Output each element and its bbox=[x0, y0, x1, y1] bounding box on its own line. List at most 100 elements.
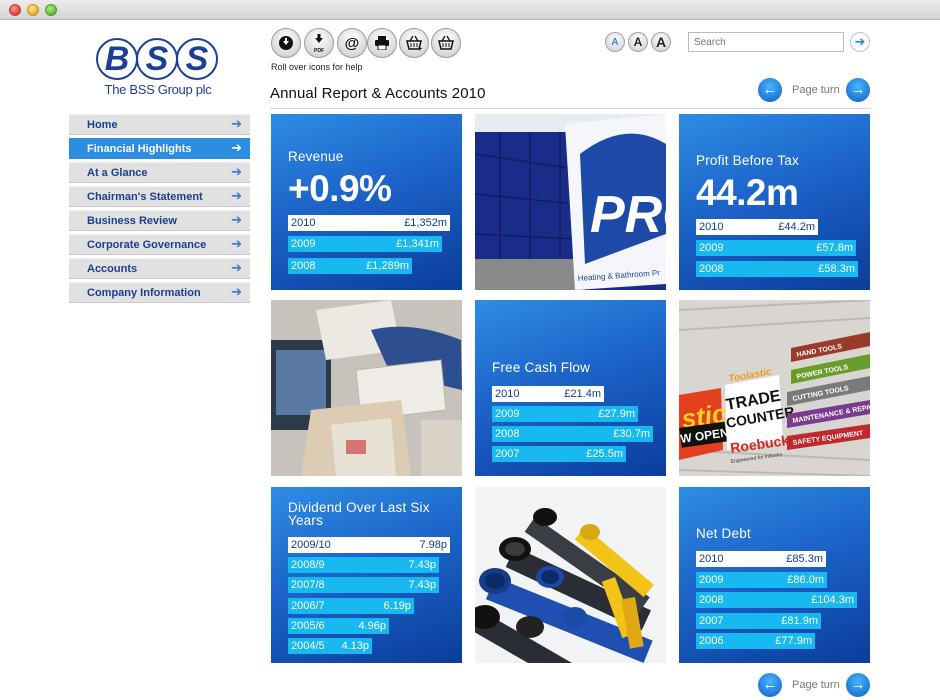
search-go-button[interactable]: ➜ bbox=[850, 32, 870, 52]
bar-value: £104.3m bbox=[811, 594, 854, 606]
cashflow-bar: 2010 £21.4m bbox=[492, 386, 604, 402]
footer-page-turn-prev-button[interactable]: ← bbox=[758, 673, 782, 697]
sidebar-item-financial-highlights[interactable]: Financial Highlights ➔ bbox=[69, 138, 250, 159]
cashflow-bar: 2008 £30.7m bbox=[492, 426, 653, 442]
sidebar-item-label: Business Review bbox=[87, 215, 177, 227]
bar-year: 2008 bbox=[495, 428, 520, 440]
logo-letters: B S S bbox=[96, 38, 218, 80]
net-debt-tile: Net Debt 2010 £85.3m 2009 £86.0m 2008 £104.… bbox=[679, 487, 870, 663]
font-size-medium-button[interactable]: A bbox=[628, 32, 648, 52]
bar-year: 2004/5 bbox=[291, 640, 325, 652]
font-size-small-button[interactable]: A bbox=[605, 32, 625, 52]
minimize-window-button[interactable] bbox=[27, 4, 39, 16]
bar-value: £1,289m bbox=[366, 260, 409, 272]
sidebar-item-at-a-glance[interactable]: At a Glance ➔ bbox=[69, 162, 250, 183]
profit-title: Profit Before Tax bbox=[696, 153, 799, 168]
net-debt-bar: 2007 £81.9m bbox=[696, 613, 821, 629]
sidebar-item-label: Corporate Governance bbox=[87, 239, 207, 251]
sidebar-item-chairmans-statement[interactable]: Chairman's Statement ➔ bbox=[69, 186, 250, 207]
arrow-right-icon: ➔ bbox=[231, 212, 242, 227]
sidebar-item-business-review[interactable]: Business Review ➔ bbox=[69, 210, 250, 231]
bar-year: 2007/8 bbox=[291, 579, 325, 591]
bar-value: £81.9m bbox=[781, 615, 818, 627]
sidebar-item-home[interactable]: Home ➔ bbox=[69, 114, 250, 135]
net-debt-bar: 2008 £104.3m bbox=[696, 592, 857, 608]
bar-value: 4.13p bbox=[341, 640, 369, 652]
sidebar-item-corporate-governance[interactable]: Corporate Governance ➔ bbox=[69, 234, 250, 255]
bar-year: 2006 bbox=[699, 635, 724, 647]
revenue-headline: +0.9% bbox=[288, 168, 392, 209]
pdf-icon[interactable]: PDF bbox=[304, 28, 334, 58]
dividend-bar: 2004/5 4.13p bbox=[288, 638, 372, 654]
sidebar-item-label: Chairman's Statement bbox=[87, 191, 203, 203]
bar-value: £58.3m bbox=[818, 263, 855, 275]
sidebar-item-company-information[interactable]: Company Information ➔ bbox=[69, 282, 250, 303]
email-glyph: @ bbox=[344, 34, 360, 52]
arrow-right-icon: ➔ bbox=[231, 236, 242, 251]
print-icon[interactable] bbox=[367, 28, 397, 58]
bar-value: £1,341m bbox=[396, 238, 439, 250]
arrow-right-icon: ➔ bbox=[231, 188, 242, 203]
header-divider bbox=[270, 108, 871, 109]
bss-logo[interactable]: B S S The BSS Group plc bbox=[96, 38, 218, 98]
bar-year: 2010 bbox=[495, 388, 520, 400]
add-to-basket-icon[interactable]: + bbox=[399, 28, 429, 58]
bar-value: £25.5m bbox=[586, 448, 623, 460]
sidebar-item-label: At a Glance bbox=[87, 167, 148, 179]
arrow-right-icon: ➔ bbox=[231, 140, 242, 155]
bar-year: 2009 bbox=[291, 238, 316, 250]
dividend-tile: Dividend Over Last Six Years 2009/10 7.98… bbox=[271, 487, 462, 663]
basket-icon[interactable] bbox=[431, 28, 461, 58]
bar-value: £30.7m bbox=[613, 428, 650, 440]
net-debt-title: Net Debt bbox=[696, 526, 751, 541]
bar-value: 7.43p bbox=[408, 579, 436, 591]
dividend-bar: 2009/10 7.98p bbox=[288, 537, 450, 553]
bar-value: 7.43p bbox=[408, 559, 436, 571]
logo-letter: S bbox=[136, 38, 178, 80]
net-debt-bar: 2006 £77.9m bbox=[696, 633, 815, 649]
revenue-bar: 2009 £1,341m bbox=[288, 236, 442, 252]
bar-value: 6.19p bbox=[383, 600, 411, 612]
bar-value: £86.0m bbox=[787, 574, 824, 586]
sidebar-item-accounts[interactable]: Accounts ➔ bbox=[69, 258, 250, 279]
bar-value: £85.3m bbox=[786, 553, 823, 565]
revenue-tile: Revenue +0.9% 2010 £1,352m 2009 £1,341m 20… bbox=[271, 114, 462, 290]
footer-page-turn-next-button[interactable]: → bbox=[846, 673, 870, 697]
bar-year: 2008/9 bbox=[291, 559, 325, 571]
dividend-bar: 2005/6 4.96p bbox=[288, 618, 389, 634]
bar-value: £1,352m bbox=[404, 217, 447, 229]
bar-value: £57.8m bbox=[816, 242, 853, 254]
search-input[interactable] bbox=[688, 32, 844, 52]
cashflow-bar: 2009 £27.9m bbox=[492, 406, 638, 422]
profit-bar: 2008 £58.3m bbox=[696, 261, 858, 277]
building-photo: PRO Heating & Bathroom Pr bbox=[475, 114, 666, 290]
cashflow-bar: 2007 £25.5m bbox=[492, 446, 626, 462]
download-icon[interactable] bbox=[271, 28, 301, 58]
building-photo-art: PRO Heating & Bathroom Pr bbox=[475, 114, 666, 290]
bar-value: 7.98p bbox=[419, 539, 447, 551]
bar-year: 2009 bbox=[699, 242, 724, 254]
zoom-window-button[interactable] bbox=[45, 4, 57, 16]
footer-page-turn-label: Page turn bbox=[792, 679, 840, 691]
bar-value: 4.96p bbox=[358, 620, 386, 632]
page-title: Annual Report & Accounts 2010 bbox=[270, 85, 486, 102]
close-window-button[interactable] bbox=[9, 4, 21, 16]
sidebar-item-label: Company Information bbox=[87, 287, 201, 299]
warehouse-photo bbox=[271, 300, 462, 476]
bar-value: £77.9m bbox=[775, 635, 812, 647]
font-size-large-button[interactable]: A bbox=[651, 32, 671, 52]
bar-value: £21.4m bbox=[564, 388, 601, 400]
bar-year: 2007 bbox=[495, 448, 520, 460]
revenue-bar: 2008 £1,289m bbox=[288, 258, 412, 274]
email-icon[interactable]: @ bbox=[337, 28, 367, 58]
bar-year: 2009/10 bbox=[291, 539, 331, 551]
bar-value: £27.9m bbox=[598, 408, 635, 420]
profit-tile: Profit Before Tax 44.2m 2010 £44.2m 2009 £… bbox=[679, 114, 870, 290]
page-turn-prev-button[interactable]: ← bbox=[758, 78, 782, 102]
page-turn-next-button[interactable]: → bbox=[846, 78, 870, 102]
pipes-photo-art bbox=[475, 487, 666, 663]
profit-bar: 2010 £44.2m bbox=[696, 219, 818, 235]
building-sign-text: PRO bbox=[590, 186, 666, 244]
arrow-right-icon: ➔ bbox=[231, 164, 242, 179]
logo-letter: B bbox=[96, 38, 138, 80]
